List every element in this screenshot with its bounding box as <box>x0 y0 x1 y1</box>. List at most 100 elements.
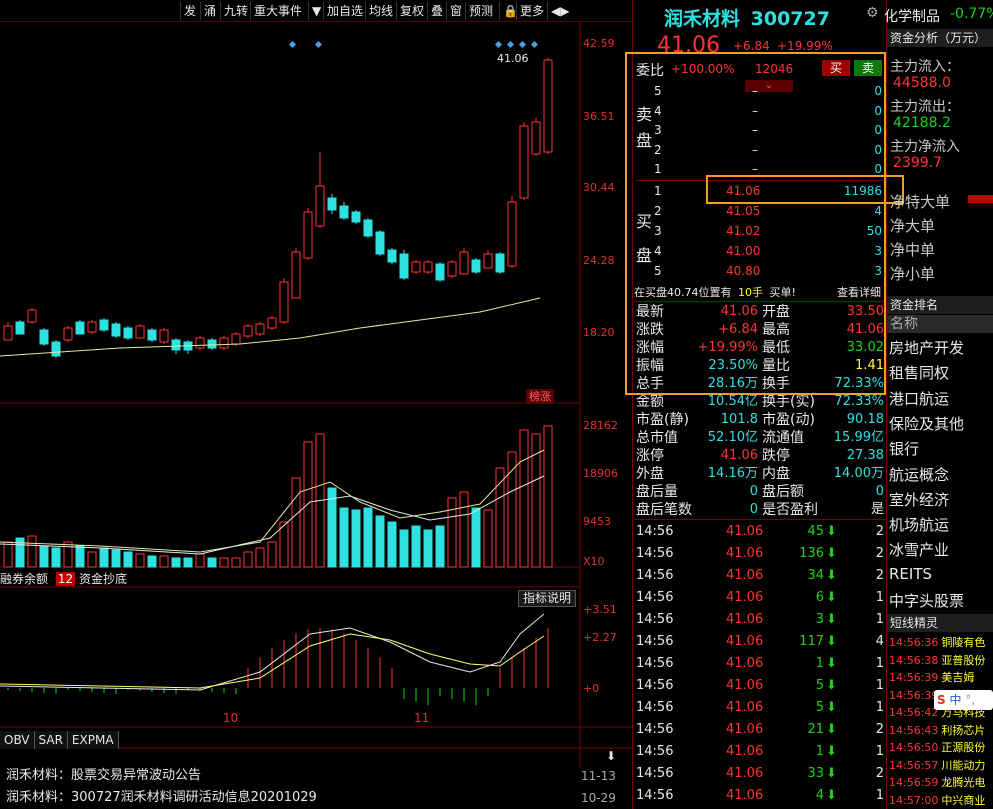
fund-bar-label: 净中单 <box>890 241 936 259</box>
toolbar-item[interactable]: 重大事件 <box>250 2 305 20</box>
best-bid-highlight <box>706 175 904 204</box>
stock-name: 润禾材料 <box>664 8 741 30</box>
toolbar-item[interactable]: 涌 <box>200 2 219 20</box>
event-marker-icon <box>530 40 539 49</box>
macd-tick: +3.51 <box>583 603 617 616</box>
candlestick <box>135 325 145 339</box>
candlestick <box>195 337 205 349</box>
trade-count: 1 <box>875 656 884 671</box>
trade-time: 14:56 <box>636 788 674 803</box>
candlestick <box>375 231 385 255</box>
down-arrow-icon: ⬇ <box>826 546 837 561</box>
trade-price: 41.06 <box>726 612 764 627</box>
rank-item[interactable]: 中字头股票 <box>889 590 964 611</box>
toolbar-item[interactable]: 复权 <box>396 2 427 20</box>
trade-price: 41.06 <box>726 766 764 781</box>
price-tick: 24.28 <box>583 254 615 267</box>
macd-tick: +2.27 <box>583 631 617 644</box>
elf-item[interactable]: 14:56:50 正源股份 <box>889 739 993 755</box>
volume-bar <box>99 547 109 568</box>
ime-indicator[interactable]: S 中 °, <box>934 690 993 710</box>
elf-time: 14:56:36 <box>889 636 939 649</box>
trade-time: 14:56 <box>636 766 674 781</box>
elf-time: 14:56:50 <box>889 741 939 754</box>
indicator-tab[interactable]: OBV <box>0 731 35 749</box>
elf-item[interactable]: 14:56:36 铜陵有色 <box>889 634 993 650</box>
rank-item[interactable]: 冰雪产业 <box>889 539 949 560</box>
trade-row: 14:56 41.06 21 ⬇ 2 <box>636 719 886 741</box>
elf-stock: 利扬芯片 <box>941 723 986 737</box>
news-item[interactable]: 润禾材料：300727润禾材料调研活动信息20201029 10-29 <box>6 787 636 809</box>
toolbar-item[interactable]: 九转 <box>220 2 251 20</box>
download-icon[interactable]: ⬇ <box>606 749 616 763</box>
toolbar-item[interactable]: 均线 <box>365 2 396 20</box>
elf-stock: 亚普股份 <box>941 653 986 667</box>
candlestick <box>15 321 25 335</box>
tab-margin-balance[interactable]: 融券余额 <box>0 572 48 586</box>
rank-item[interactable]: 银行 <box>889 438 919 459</box>
news-item[interactable]: 润禾材料：股票交易异常波动公告 11-13 <box>6 765 636 787</box>
trade-volume: 1 <box>815 744 824 759</box>
quote-row: 总市值 52.10亿 流通值 15.99亿 <box>636 429 886 447</box>
trade-price: 41.06 <box>726 590 764 605</box>
volume-bar <box>255 547 265 568</box>
gear-icon[interactable]: ⚙ <box>866 5 879 21</box>
volume-bar <box>111 549 121 568</box>
elf-item[interactable]: 14:56:57 川能动力 <box>889 757 993 773</box>
rank-item[interactable]: 房地产开发 <box>889 337 964 358</box>
rank-item[interactable]: REITS <box>889 565 932 583</box>
quote-value: 52.10亿 <box>707 430 758 445</box>
trade-count: 4 <box>875 634 884 649</box>
main-net-value: 2399.7 <box>893 155 942 171</box>
rank-item[interactable]: 租售同权 <box>889 362 949 383</box>
candlestick <box>531 121 541 155</box>
sector-name[interactable]: 化学制品 <box>884 6 940 26</box>
candlestick <box>111 323 121 337</box>
elf-item[interactable]: 14:56:43 利扬芯片 <box>889 722 993 738</box>
elf-item[interactable]: 14:56:59 龙腾光电 <box>889 774 993 790</box>
candlestick <box>291 251 301 299</box>
limit-up-badge: 榜涨 <box>526 389 554 404</box>
toolbar-item[interactable]: 发 <box>180 2 199 20</box>
trade-price: 41.06 <box>726 788 764 803</box>
toolbar-item[interactable]: ▼ <box>308 2 324 20</box>
elf-item[interactable]: 14:57:00 中兴商业 <box>889 792 993 808</box>
indicator-tab[interactable]: SAR <box>34 731 68 749</box>
rank-item[interactable]: 室外经济 <box>889 489 949 510</box>
rank-item[interactable]: 港口航运 <box>889 388 949 409</box>
toolbar-item[interactable]: ◀▶ <box>547 2 572 20</box>
trade-volume: 34 <box>807 568 824 583</box>
volume-bar <box>483 509 493 568</box>
toolbar-item[interactable]: 窗 <box>446 2 465 20</box>
toolbar-item[interactable]: 更多 <box>516 2 547 20</box>
elf-item[interactable]: 14:56:39 美吉姆 <box>889 669 993 685</box>
trade-time: 14:56 <box>636 744 674 759</box>
candlestick <box>471 259 481 273</box>
rank-item[interactable]: 机场航运 <box>889 514 949 535</box>
volume-bar <box>303 441 313 568</box>
trade-row: 14:56 41.06 117 ⬇ 4 <box>636 631 886 653</box>
toolbar-item[interactable]: 预测 <box>465 2 496 20</box>
sogou-icon: S <box>937 693 946 707</box>
quote-label: 市盈(静) <box>636 412 689 428</box>
volume-bar <box>207 557 217 568</box>
rank-item[interactable]: 保险及其他 <box>889 413 964 434</box>
candlestick <box>519 125 529 199</box>
quote-label: 金额 <box>636 394 664 410</box>
toolbar-item[interactable]: 叠 <box>427 2 446 20</box>
news-title: 润禾材料：300727润禾材料调研活动信息20201029 <box>6 790 317 805</box>
rank-item[interactable]: 航运概念 <box>889 464 949 485</box>
trade-count: 1 <box>875 590 884 605</box>
volume-bar <box>507 451 517 568</box>
indicator-tab[interactable]: EXPMA <box>67 731 119 749</box>
elf-item[interactable]: 14:56:38 亚普股份 <box>889 652 993 668</box>
trade-count: 1 <box>875 700 884 715</box>
candlestick <box>423 261 433 273</box>
trade-row: 14:56 41.06 1 ⬇ 1 <box>636 741 886 763</box>
candlestick <box>267 317 277 329</box>
chart-toolbar: 发涌九转 重大事件 ▼ 加自选 均线 复权叠窗预测 🔒 更多 ◀▶ <box>0 0 632 22</box>
indicator-help-button[interactable]: 指标说明 <box>518 590 576 607</box>
trade-price: 41.06 <box>726 700 764 715</box>
tab-fund-bottom[interactable]: 资金抄底 <box>79 572 127 586</box>
toolbar-item[interactable]: 加自选 <box>323 2 366 20</box>
